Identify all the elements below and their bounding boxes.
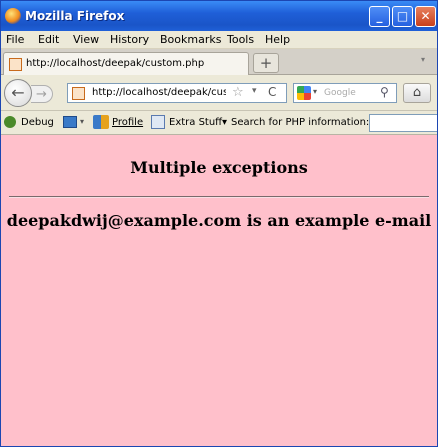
- horizontal-rule: [9, 196, 429, 198]
- browser-window: Mozilla Firefox _ □ ✕ File Edit View His…: [0, 0, 438, 447]
- extra-stuff-dropdown-icon[interactable]: ▾: [222, 117, 227, 128]
- search-engine-dropdown-icon[interactable]: ▾: [313, 87, 317, 96]
- page-favicon-icon: [9, 58, 22, 71]
- search-icon[interactable]: ⚲: [380, 85, 389, 99]
- debug-button[interactable]: Debug: [21, 117, 54, 128]
- menu-view[interactable]: View: [73, 33, 99, 46]
- menu-help[interactable]: Help: [265, 33, 290, 46]
- tab-list-dropdown-icon[interactable]: ▾: [421, 55, 425, 64]
- menu-bar: File Edit View History Bookmarks Tools H…: [1, 31, 437, 49]
- page-content: Multiple exceptions deepakdwij@example.c…: [1, 136, 437, 446]
- screen-icon[interactable]: [63, 116, 77, 128]
- new-tab-button[interactable]: +: [253, 53, 279, 73]
- tab-title: http://localhost/deepak/custom.php: [26, 58, 205, 69]
- site-identity-icon[interactable]: [72, 87, 85, 100]
- menu-bookmarks[interactable]: Bookmarks: [160, 33, 221, 46]
- menu-file[interactable]: File: [6, 33, 24, 46]
- home-button[interactable]: ⌂: [403, 83, 431, 103]
- profile-icon[interactable]: [93, 115, 109, 129]
- menu-tools[interactable]: Tools: [227, 33, 254, 46]
- php-search-input[interactable]: [369, 114, 437, 132]
- window-title: Mozilla Firefox: [25, 9, 125, 23]
- search-bar[interactable]: ▾ Google ⚲: [293, 83, 397, 103]
- extension-toolbar: Debug ▾ Profile Extra Stuff ▾ Search for…: [1, 111, 437, 135]
- debug-bug-icon[interactable]: [4, 116, 16, 128]
- url-bar[interactable]: http://localhost/deepak/cus ☆ ▾ C: [67, 83, 287, 103]
- minimize-button[interactable]: _: [369, 6, 390, 27]
- maximize-button[interactable]: □: [392, 6, 413, 27]
- menu-history[interactable]: History: [110, 33, 149, 46]
- url-text[interactable]: http://localhost/deepak/cus: [92, 87, 226, 98]
- forward-button[interactable]: →: [31, 85, 53, 103]
- tab-strip: http://localhost/deepak/custom.php + ▾: [1, 49, 437, 75]
- extra-stuff-menu[interactable]: Extra Stuff: [169, 117, 222, 128]
- page-heading: Multiple exceptions: [130, 158, 308, 177]
- navigation-bar: → ← http://localhost/deepak/cus ☆ ▾ C ▾ …: [1, 75, 437, 111]
- search-input[interactable]: Google: [324, 88, 356, 98]
- url-history-dropdown-icon[interactable]: ▾: [252, 86, 257, 96]
- menu-edit[interactable]: Edit: [38, 33, 59, 46]
- tab-custom-php[interactable]: http://localhost/deepak/custom.php: [3, 52, 249, 75]
- email-message: deepakdwij@example.com is an example e-m…: [6, 211, 432, 230]
- php-search-label: Search for PHP information:: [231, 117, 370, 128]
- extra-stuff-icon[interactable]: [151, 115, 165, 129]
- close-button[interactable]: ✕: [415, 6, 436, 27]
- title-bar: Mozilla Firefox _ □ ✕: [1, 1, 437, 31]
- google-icon[interactable]: [297, 86, 311, 100]
- profile-button[interactable]: Profile: [112, 117, 143, 128]
- screen-dropdown-icon[interactable]: ▾: [80, 117, 84, 126]
- bookmark-star-icon[interactable]: ☆: [232, 85, 244, 100]
- back-button[interactable]: ←: [4, 79, 32, 107]
- firefox-logo-icon: [5, 8, 21, 24]
- reload-button[interactable]: C: [268, 85, 276, 99]
